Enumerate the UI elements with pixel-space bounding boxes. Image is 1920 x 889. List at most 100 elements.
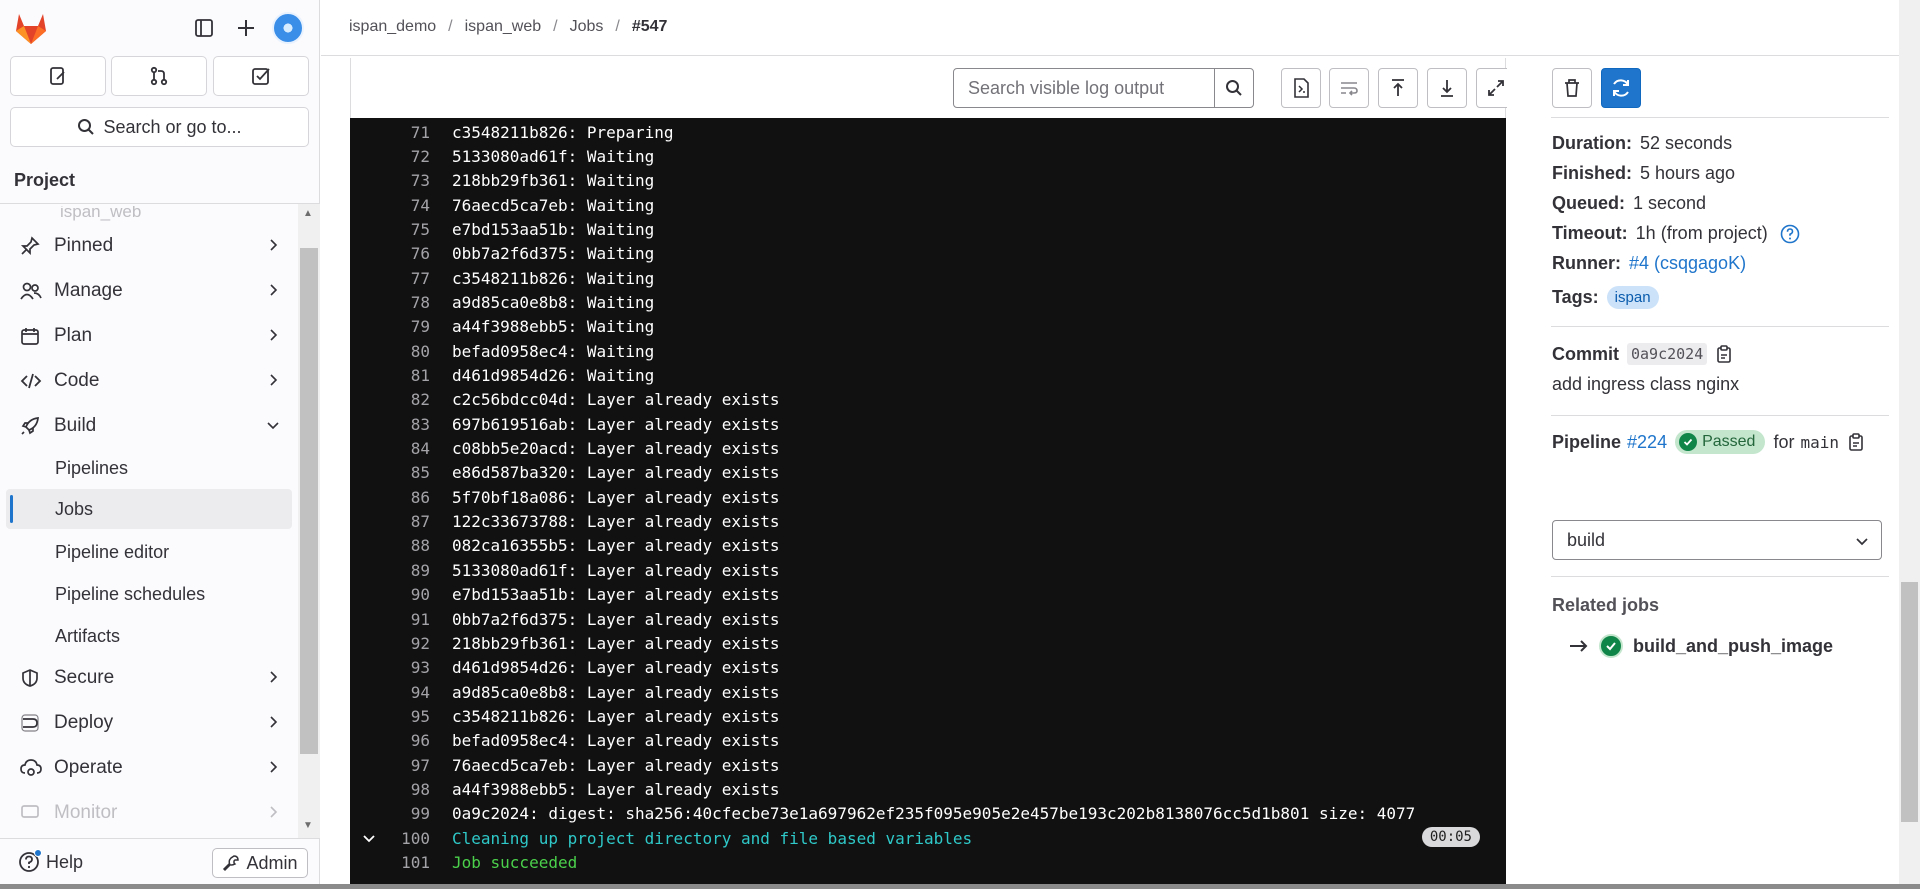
log-line-text: c2c56bdcc04d: Layer already exists [452, 390, 780, 410]
tag-badge: ispan [1606, 286, 1659, 309]
sidebar-subitem-artifacts[interactable]: Artifacts [6, 616, 292, 656]
wrap-lines-button[interactable] [1329, 68, 1369, 108]
create-new-icon[interactable] [230, 12, 262, 44]
log-line-number[interactable]: 86 [350, 488, 430, 507]
stage-select[interactable]: build [1552, 520, 1882, 560]
wrench-icon [223, 855, 240, 872]
log-line-number[interactable]: 98 [350, 780, 430, 799]
sidebar-item-operate[interactable]: Operate [6, 748, 292, 788]
log-line-text: 76aecd5ca7eb: Layer already exists [452, 755, 780, 775]
commit-label: Commit [1552, 343, 1619, 364]
copy-icon[interactable] [1847, 432, 1865, 452]
commit-message-text[interactable]: add ingress class nginx [1552, 374, 1739, 395]
sidebar-item-code[interactable]: Code [6, 361, 292, 401]
log-line-number[interactable]: 91 [350, 610, 430, 629]
log-line-number[interactable]: 84 [350, 439, 430, 458]
log-line-number[interactable]: 88 [350, 536, 430, 555]
log-line-number[interactable]: 93 [350, 658, 430, 677]
log-line-number[interactable]: 79 [350, 317, 430, 336]
page-scrollbar[interactable] [1899, 0, 1920, 889]
page-scrollbar-thumb[interactable] [1901, 582, 1918, 822]
log-line-number[interactable]: 82 [350, 390, 430, 409]
log-line-number[interactable]: 73 [350, 171, 430, 190]
sidebar-item-pinned[interactable]: Pinned [6, 226, 292, 266]
breadcrumb-group[interactable]: ispan_demo [349, 18, 436, 36]
issues-shortcut-button[interactable] [10, 56, 106, 96]
sidebar-subitem-pipelines[interactable]: Pipelines [6, 448, 292, 488]
gitlab-logo-icon[interactable] [12, 10, 50, 46]
breadcrumb-jobs[interactable]: Jobs [570, 18, 604, 36]
pipeline-ref[interactable]: main [1800, 433, 1839, 452]
log-line-number[interactable]: 92 [350, 634, 430, 653]
scroll-bottom-icon [1441, 80, 1453, 97]
sidebar-item-monitor[interactable]: Monitor [6, 793, 292, 833]
runner-link[interactable]: #4 (csqgagoK) [1629, 253, 1746, 274]
merge-requests-shortcut-button[interactable] [111, 56, 207, 96]
panel-divider [1551, 415, 1889, 416]
log-line-number[interactable]: 77 [350, 269, 430, 288]
sidebar-subitem-jobs[interactable]: Jobs [6, 489, 292, 529]
erase-log-button[interactable] [1552, 68, 1592, 108]
log-line-number[interactable]: 87 [350, 512, 430, 531]
scroll-to-bottom-button[interactable] [1427, 68, 1467, 108]
sidebar-scrollbar[interactable]: ▲ ▼ [298, 204, 320, 838]
sidebar-subitem-pipeline-schedules[interactable]: Pipeline schedules [6, 574, 292, 614]
log-line-number[interactable]: 94 [350, 683, 430, 702]
scroll-down-arrow-icon[interactable]: ▼ [303, 820, 313, 831]
log-line-number[interactable]: 97 [350, 756, 430, 775]
pipeline-status-badge[interactable]: Passed [1675, 430, 1766, 454]
search-icon [1226, 80, 1242, 96]
queued-value: 1 second [1633, 193, 1707, 213]
admin-button[interactable]: Admin [212, 848, 308, 878]
job-tags: Tags: ispan [1552, 286, 1659, 309]
sidebar-item-plan[interactable]: Plan [6, 316, 292, 356]
help-button[interactable]: Help [18, 849, 83, 873]
log-line-number[interactable]: 78 [350, 293, 430, 312]
log-line-number[interactable]: 99 [350, 804, 430, 823]
log-line-number[interactable]: 83 [350, 415, 430, 434]
commit-sha[interactable]: 0a9c2024 [1627, 343, 1708, 365]
chevron-down-icon[interactable] [362, 832, 376, 846]
sidebar-item-manage[interactable]: Manage [6, 271, 292, 311]
scroll-up-arrow-icon[interactable]: ▲ [303, 208, 313, 219]
log-line-number[interactable]: 72 [350, 147, 430, 166]
sidebar-item-label: Pinned [54, 235, 114, 256]
copy-icon[interactable] [1715, 344, 1733, 364]
sidebar-item-secure[interactable]: Secure [6, 658, 292, 698]
question-circle-icon[interactable] [1780, 224, 1800, 244]
job-log: 71 c3548211b826: Preparing 72 5133080ad61f:… [350, 118, 1506, 889]
log-line-number[interactable]: 74 [350, 196, 430, 215]
related-job-item[interactable]: build_and_push_image [1569, 634, 1833, 658]
pipeline-link[interactable]: #224 [1627, 432, 1667, 453]
toggle-sidebar-icon[interactable] [188, 12, 220, 44]
search-or-go-to-button[interactable]: Search or go to... [10, 107, 309, 147]
scroll-to-top-button[interactable] [1378, 68, 1418, 108]
sidebar-item-deploy[interactable]: Deploy [6, 703, 292, 743]
section-duration-badge: 00:05 [1421, 827, 1480, 848]
retry-job-button[interactable] [1601, 68, 1641, 108]
log-line-number[interactable]: 85 [350, 463, 430, 482]
log-line-number[interactable]: 76 [350, 244, 430, 263]
log-line-number[interactable]: 75 [350, 220, 430, 239]
log-line-number[interactable]: 90 [350, 585, 430, 604]
log-line-text: a9d85ca0e8b8: Layer already exists [452, 682, 780, 702]
log-line-text: c3548211b826: Waiting [452, 268, 655, 288]
sidebar-subitem-pipeline-editor[interactable]: Pipeline editor [6, 532, 292, 572]
show-raw-button[interactable] [1281, 68, 1321, 108]
log-line-number[interactable]: 80 [350, 342, 430, 361]
avatar[interactable] [272, 12, 304, 44]
breadcrumb-current-job[interactable]: #547 [632, 18, 668, 36]
log-line-number[interactable]: 95 [350, 707, 430, 726]
sidebar-scrollbar-thumb[interactable] [300, 248, 318, 754]
log-line-number[interactable]: 81 [350, 366, 430, 385]
chevron-down-icon [267, 422, 279, 430]
log-search-button[interactable] [1214, 68, 1254, 108]
sidebar-item-build[interactable]: Build [6, 406, 292, 446]
log-line-number[interactable]: 101 [350, 853, 430, 872]
log-search-input[interactable] [953, 68, 1215, 108]
log-line-number[interactable]: 89 [350, 561, 430, 580]
breadcrumb-project[interactable]: ispan_web [465, 18, 542, 36]
log-line-number[interactable]: 71 [350, 123, 430, 142]
todos-shortcut-button[interactable] [213, 56, 309, 96]
log-line-number[interactable]: 96 [350, 731, 430, 750]
